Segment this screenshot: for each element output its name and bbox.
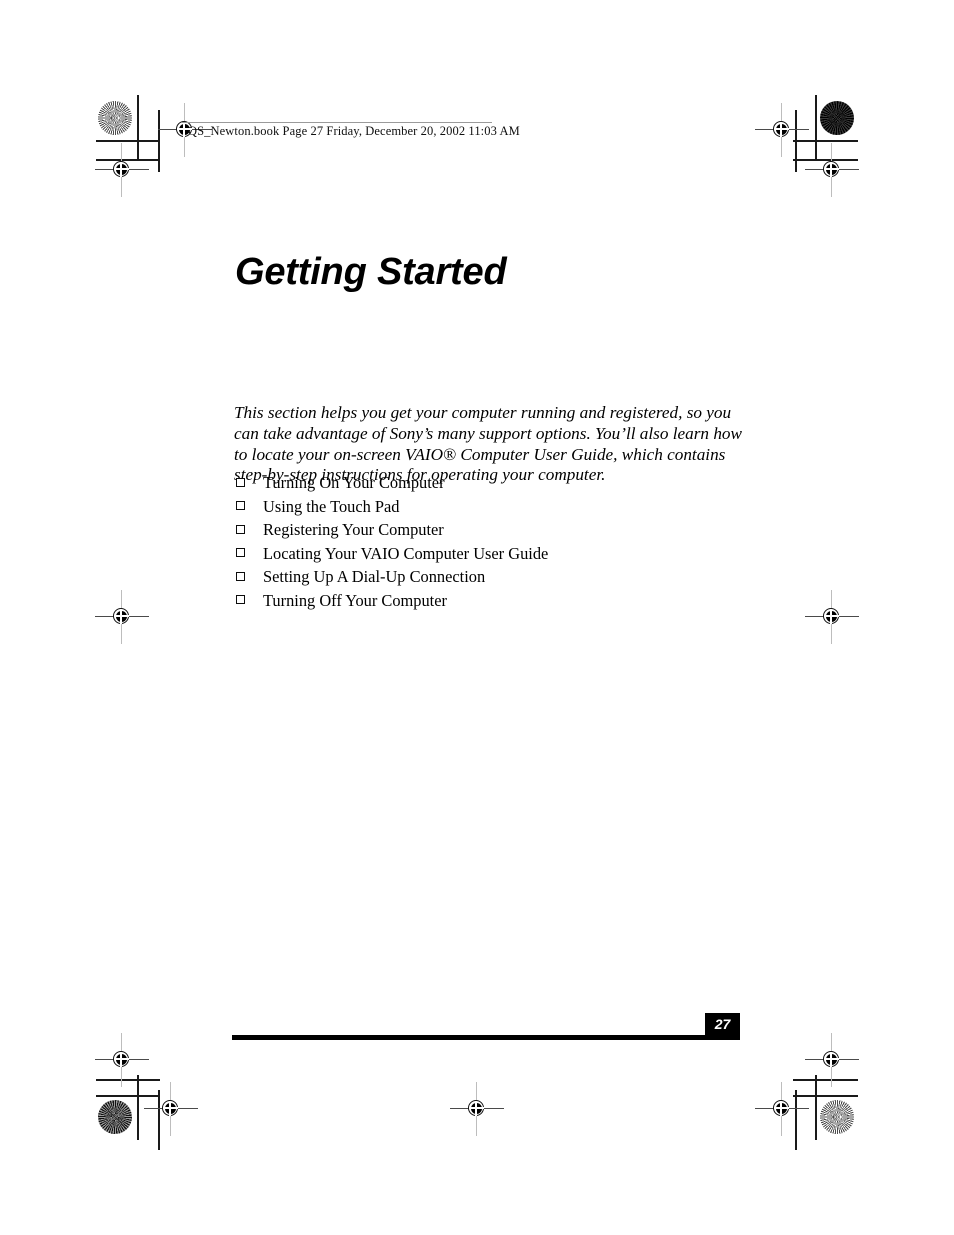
list-item-label: Turning Off Your Computer [263, 590, 447, 610]
page-number-badge: 27 [705, 1013, 740, 1036]
crop-mark-bottom-left-horizontal-outer [96, 1079, 160, 1081]
registration-target-top-left-lower [95, 143, 149, 197]
registration-target-bottom-left-upper [95, 1033, 149, 1087]
topic-list: Turning On Your Computer Using the Touch… [234, 471, 694, 613]
rosette-mark-bottom-right [820, 1100, 854, 1134]
box-bullet-icon [236, 477, 249, 490]
box-bullet-icon [236, 501, 249, 514]
box-bullet-icon [236, 548, 249, 561]
crop-mark-top-right-horizontal-outer [793, 140, 858, 142]
registration-target-bottom-right-upper [805, 1033, 859, 1087]
crop-mark-top-left-vertical-inner [158, 110, 160, 172]
box-bullet-icon [236, 595, 249, 608]
crop-mark-bottom-left-horizontal-inner [96, 1095, 160, 1097]
list-item-label: Locating Your VAIO Computer User Guide [263, 543, 549, 563]
document-page: QS_Newton.book Page 27 Friday, December … [0, 0, 954, 1235]
list-item[interactable]: Registering Your Computer [234, 518, 694, 542]
crop-mark-bottom-right-vertical-outer [815, 1075, 817, 1140]
registration-target-bottom-center [450, 1082, 504, 1136]
list-item[interactable]: Turning Off Your Computer [234, 589, 694, 613]
registration-target-top-right-lower [805, 143, 859, 197]
registration-target-right-middle [805, 590, 859, 644]
rosette-mark-bottom-left [98, 1100, 132, 1134]
rosette-mark-top-left [98, 101, 132, 135]
list-item-label: Registering Your Computer [263, 520, 444, 540]
box-bullet-icon [236, 524, 249, 538]
rosette-mark-top-right [820, 101, 854, 135]
crop-mark-top-left-vertical-outer [137, 95, 139, 160]
crop-mark-top-left-horizontal-outer [96, 140, 160, 142]
file-header-rule [182, 122, 492, 123]
crop-mark-bottom-left-vertical-outer [137, 1075, 139, 1140]
registration-target-bottom-left [144, 1082, 198, 1136]
list-item-label: Turning On Your Computer [263, 473, 445, 492]
box-bullet-icon [236, 571, 249, 585]
registration-target-top-right [755, 103, 809, 157]
crop-mark-bottom-right-vertical-inner [795, 1090, 797, 1150]
list-item[interactable]: Locating Your VAIO Computer User Guide [234, 542, 694, 566]
crop-mark-bottom-right-horizontal-outer [793, 1079, 858, 1081]
list-item[interactable]: Using the Touch Pad [234, 495, 694, 519]
crop-mark-top-right-vertical-outer [815, 95, 817, 160]
registration-target-left-middle [95, 590, 149, 644]
list-item-label: Using the Touch Pad [263, 496, 400, 516]
footer-rule [232, 1035, 740, 1040]
page-title: Getting Started [235, 251, 507, 294]
page-number-label: 27 [714, 1016, 731, 1032]
list-item[interactable]: Turning On Your Computer [234, 471, 694, 495]
crop-mark-bottom-right-horizontal-inner [793, 1095, 858, 1097]
crop-mark-top-right-vertical-inner [795, 110, 797, 172]
registration-target-bottom-right [755, 1082, 809, 1136]
list-item[interactable]: Setting Up A Dial-Up Connection [234, 565, 694, 589]
file-header-text: QS_Newton.book Page 27 Friday, December … [188, 124, 520, 138]
list-item-label: Setting Up A Dial-Up Connection [263, 567, 486, 587]
